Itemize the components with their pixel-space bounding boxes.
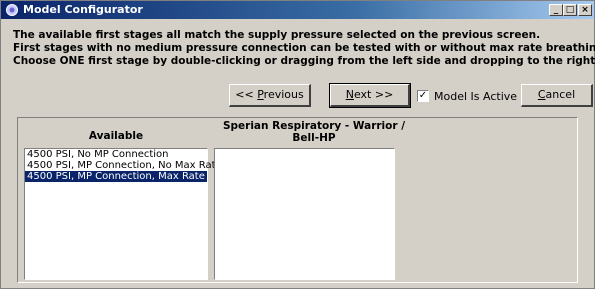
list-item[interactable]: 4500 PSI, MP Connection, No Max Rate [25, 160, 222, 171]
cancel-label-rest: ancel [545, 88, 576, 101]
window-title: Model Configurator [23, 3, 143, 16]
stages-panel: Available Sperian Respiratory - Warrior … [17, 117, 578, 283]
app-icon [6, 4, 18, 16]
instruction-line: The available first stages all match the… [13, 29, 541, 41]
cancel-button[interactable]: Cancel [521, 84, 593, 107]
next-mnemonic: N [345, 88, 354, 101]
selected-stage-list[interactable] [214, 148, 395, 280]
instructions: The available first stages all match the… [13, 29, 595, 68]
next-label-rest: ext >> [353, 88, 394, 101]
minimize-icon: _ [553, 5, 559, 15]
model-configurator-window: Model Configurator _ □ × The available f… [0, 0, 595, 289]
instruction-line: Choose ONE first stage by double-clickin… [13, 55, 595, 67]
selected-model-header-line2: Bell-HP [292, 132, 336, 144]
selected-model-header-line1: Sperian Respiratory - Warrior / [222, 120, 406, 132]
selected-model-header: Sperian Respiratory - Warrior / Bell-HP [214, 120, 414, 144]
list-item[interactable]: 4500 PSI, No MP Connection [25, 149, 207, 160]
maximize-icon: □ [565, 5, 575, 15]
cancel-mnemonic: C [537, 88, 546, 101]
minimize-button[interactable]: _ [549, 4, 563, 16]
available-list[interactable]: 4500 PSI, No MP Connection 4500 PSI, MP … [24, 148, 222, 280]
model-active-label[interactable]: Model Is Active [434, 90, 517, 103]
close-icon: × [581, 5, 589, 15]
model-active-checkbox[interactable]: ✓ [417, 90, 429, 102]
maximize-button[interactable]: □ [563, 4, 577, 16]
title-bar[interactable]: Model Configurator _ □ × [1, 1, 594, 19]
available-header: Available [88, 130, 144, 142]
previous-label-rest: revious [263, 88, 304, 101]
next-button[interactable]: Next >> [329, 83, 411, 108]
previous-label-prefix: << [235, 88, 258, 101]
close-button[interactable]: × [578, 4, 592, 16]
list-item[interactable]: 4500 PSI, MP Connection, Max Rate [25, 171, 207, 182]
checkmark-icon: ✓ [418, 90, 428, 101]
previous-button[interactable]: << Previous [229, 84, 311, 107]
instruction-line: First stages with no medium pressure con… [13, 42, 595, 54]
